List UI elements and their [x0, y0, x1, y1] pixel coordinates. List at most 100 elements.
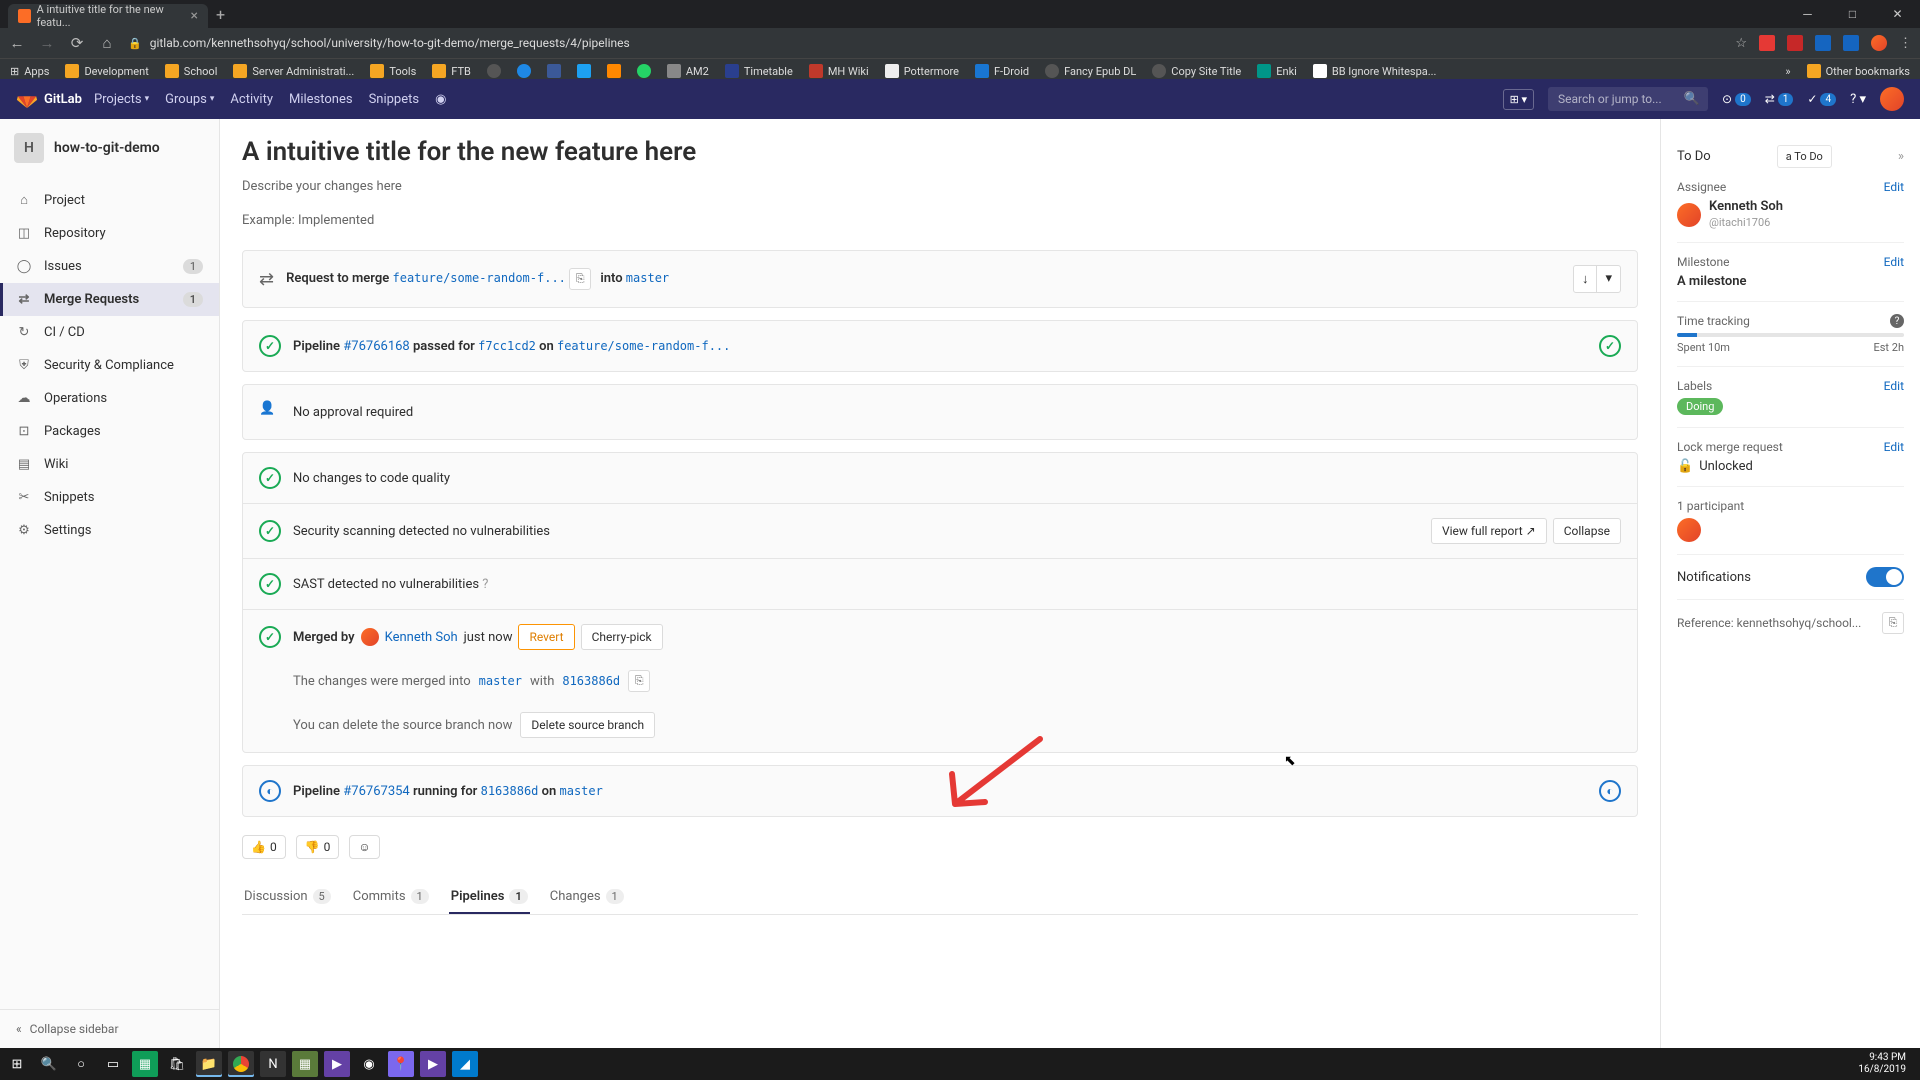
copy-reference-button[interactable]: ⎘ [1882, 612, 1904, 634]
sidebar-item-merge-requests[interactable]: ⇄Merge Requests1 [0, 283, 219, 316]
browser-tab[interactable]: A intuitive title for the new featu... × [8, 4, 208, 28]
user-avatar[interactable] [1880, 87, 1904, 111]
plus-dropdown[interactable]: ⊞ ▾ [1503, 89, 1534, 110]
tab-pipelines[interactable]: Pipelines1 [449, 879, 530, 914]
bookmark-item[interactable] [607, 64, 621, 78]
bookmark-item[interactable] [487, 64, 501, 78]
collapse-sidebar-button[interactable]: « Collapse sidebar [0, 1009, 219, 1048]
extension-icon[interactable] [1815, 35, 1831, 51]
tab-commits[interactable]: Commits1 [351, 879, 431, 914]
mr-counter[interactable]: ⇄1 [1765, 92, 1794, 106]
close-button[interactable]: ✕ [1875, 0, 1920, 28]
pipeline-link[interactable]: #76767354 [343, 784, 409, 799]
merge-sha[interactable]: 8163886d [562, 674, 620, 688]
extension-icon[interactable] [1759, 35, 1775, 51]
star-icon[interactable]: ☆ [1735, 36, 1747, 51]
vscode-icon[interactable]: ◢ [452, 1051, 478, 1077]
bookmark-item[interactable] [577, 64, 591, 78]
merged-user-link[interactable]: Kenneth Soh [385, 630, 458, 645]
nav-ops-icon[interactable]: ◉ [435, 92, 446, 107]
twitch-icon[interactable]: ▶ [324, 1051, 350, 1077]
nav-projects[interactable]: Projects ▾ [94, 92, 149, 107]
sidebar-item-cicd[interactable]: ↻CI / CD [0, 316, 219, 349]
extension-icon[interactable] [1843, 35, 1859, 51]
collapse-button[interactable]: Collapse [1553, 518, 1621, 544]
chrome-icon[interactable] [228, 1051, 254, 1077]
help-icon[interactable]: ? [1890, 314, 1904, 328]
sidebar-item-packages[interactable]: ⊡Packages [0, 415, 219, 448]
status-passed-icon[interactable]: ✓ [1599, 335, 1621, 357]
add-reaction-button[interactable]: ☺ [349, 835, 379, 859]
bookmark-item[interactable]: Copy Site Title [1152, 64, 1241, 78]
bookmark-item[interactable] [637, 64, 651, 78]
bookmark-item[interactable]: School [165, 64, 218, 78]
edit-milestone[interactable]: Edit [1884, 255, 1904, 269]
sidebar-item-security[interactable]: ⛨Security & Compliance [0, 349, 219, 382]
bookmark-item[interactable]: Development [65, 64, 148, 78]
help-icon[interactable]: ? ▾ [1850, 92, 1866, 107]
sidebar-item-settings[interactable]: ⚙Settings [0, 514, 219, 547]
minecraft-icon[interactable]: ▦ [292, 1051, 318, 1077]
gitlab-logo[interactable]: GitLab [16, 88, 82, 110]
pipeline-link[interactable]: #76766168 [343, 339, 409, 354]
home-button[interactable]: ⌂ [98, 34, 116, 52]
bookmark-item[interactable] [517, 64, 531, 78]
other-bookmarks[interactable]: Other bookmarks [1807, 64, 1910, 78]
tab-close-icon[interactable]: × [191, 8, 198, 24]
app-icon[interactable]: ▦ [132, 1051, 158, 1077]
nav-activity[interactable]: Activity [230, 92, 273, 107]
bookmark-item[interactable]: Tools [370, 64, 416, 78]
merged-branch[interactable]: master [479, 674, 522, 688]
bookmark-item[interactable]: MH Wiki [809, 64, 869, 78]
store-icon[interactable]: 🛍 [164, 1051, 190, 1077]
system-tray[interactable]: 9:43 PM 16/8/2019 [1858, 1052, 1916, 1076]
view-report-button[interactable]: View full report ↗ [1431, 518, 1547, 544]
tab-discussion[interactable]: Discussion5 [242, 879, 333, 914]
edit-lock[interactable]: Edit [1884, 440, 1904, 454]
edit-labels[interactable]: Edit [1884, 379, 1904, 393]
task-view-icon[interactable]: ▭ [100, 1051, 126, 1077]
minimize-button[interactable]: ─ [1785, 0, 1830, 28]
label-chip[interactable]: Doing [1677, 398, 1723, 415]
assignee-user[interactable]: Kenneth Soh @itachi1706 [1677, 199, 1904, 230]
bookmark-apps[interactable]: ⊞Apps [10, 65, 49, 78]
bookmark-item[interactable] [547, 64, 561, 78]
bookmark-item[interactable]: F-Droid [975, 64, 1029, 78]
copy-branch-button[interactable]: ⎘ [569, 268, 591, 290]
obs-icon[interactable]: ◉ [356, 1051, 382, 1077]
extension-icon[interactable] [1787, 35, 1803, 51]
explorer-icon[interactable]: 📁 [196, 1051, 222, 1077]
bookmark-item[interactable]: Pottermore [885, 64, 959, 78]
sidebar-item-project[interactable]: ⌂Project [0, 183, 219, 217]
start-button[interactable]: ⊞ [4, 1051, 30, 1077]
issues-counter[interactable]: ⊙0 [1722, 92, 1751, 106]
sidebar-project[interactable]: H how-to-git-demo [0, 119, 219, 177]
bookmark-item[interactable]: BB Ignore Whitespa... [1313, 64, 1437, 78]
bookmark-item[interactable]: Fancy Epub DL [1045, 64, 1136, 78]
nav-snippets[interactable]: Snippets [369, 92, 420, 107]
sidebar-item-snippets[interactable]: ✂Snippets [0, 481, 219, 514]
pipeline-branch[interactable]: feature/some-random-f... [557, 339, 730, 353]
commit-sha[interactable]: f7cc1cd2 [478, 339, 536, 353]
search-icon[interactable]: 🔍 [36, 1051, 62, 1077]
todo-dropdown[interactable]: a To Do [1777, 145, 1832, 168]
thumbs-up-button[interactable]: 👍 0 [242, 835, 286, 859]
maximize-button[interactable]: □ [1830, 0, 1875, 28]
source-branch[interactable]: feature/some-random-f... [393, 271, 566, 285]
pipeline-branch[interactable]: master [560, 784, 603, 798]
app-icon[interactable]: 📍 [388, 1051, 414, 1077]
participant-avatar[interactable] [1677, 518, 1701, 542]
menu-icon[interactable]: ⋮ [1899, 36, 1912, 51]
reload-button[interactable]: ⟳ [68, 34, 86, 52]
sidebar-item-operations[interactable]: ☁Operations [0, 382, 219, 415]
tab-changes[interactable]: Changes1 [548, 879, 626, 914]
sidebar-item-repository[interactable]: ◫Repository [0, 217, 219, 250]
nav-milestones[interactable]: Milestones [289, 92, 353, 107]
commit-sha[interactable]: 8163886d [481, 784, 539, 798]
notifications-toggle[interactable] [1866, 567, 1904, 587]
revert-button[interactable]: Revert [518, 624, 574, 650]
notion-icon[interactable]: N [260, 1051, 286, 1077]
bookmark-item[interactable]: Server Administrati... [233, 64, 354, 78]
forward-button[interactable]: → [38, 34, 56, 52]
bookmark-item[interactable]: Enki [1257, 64, 1297, 78]
